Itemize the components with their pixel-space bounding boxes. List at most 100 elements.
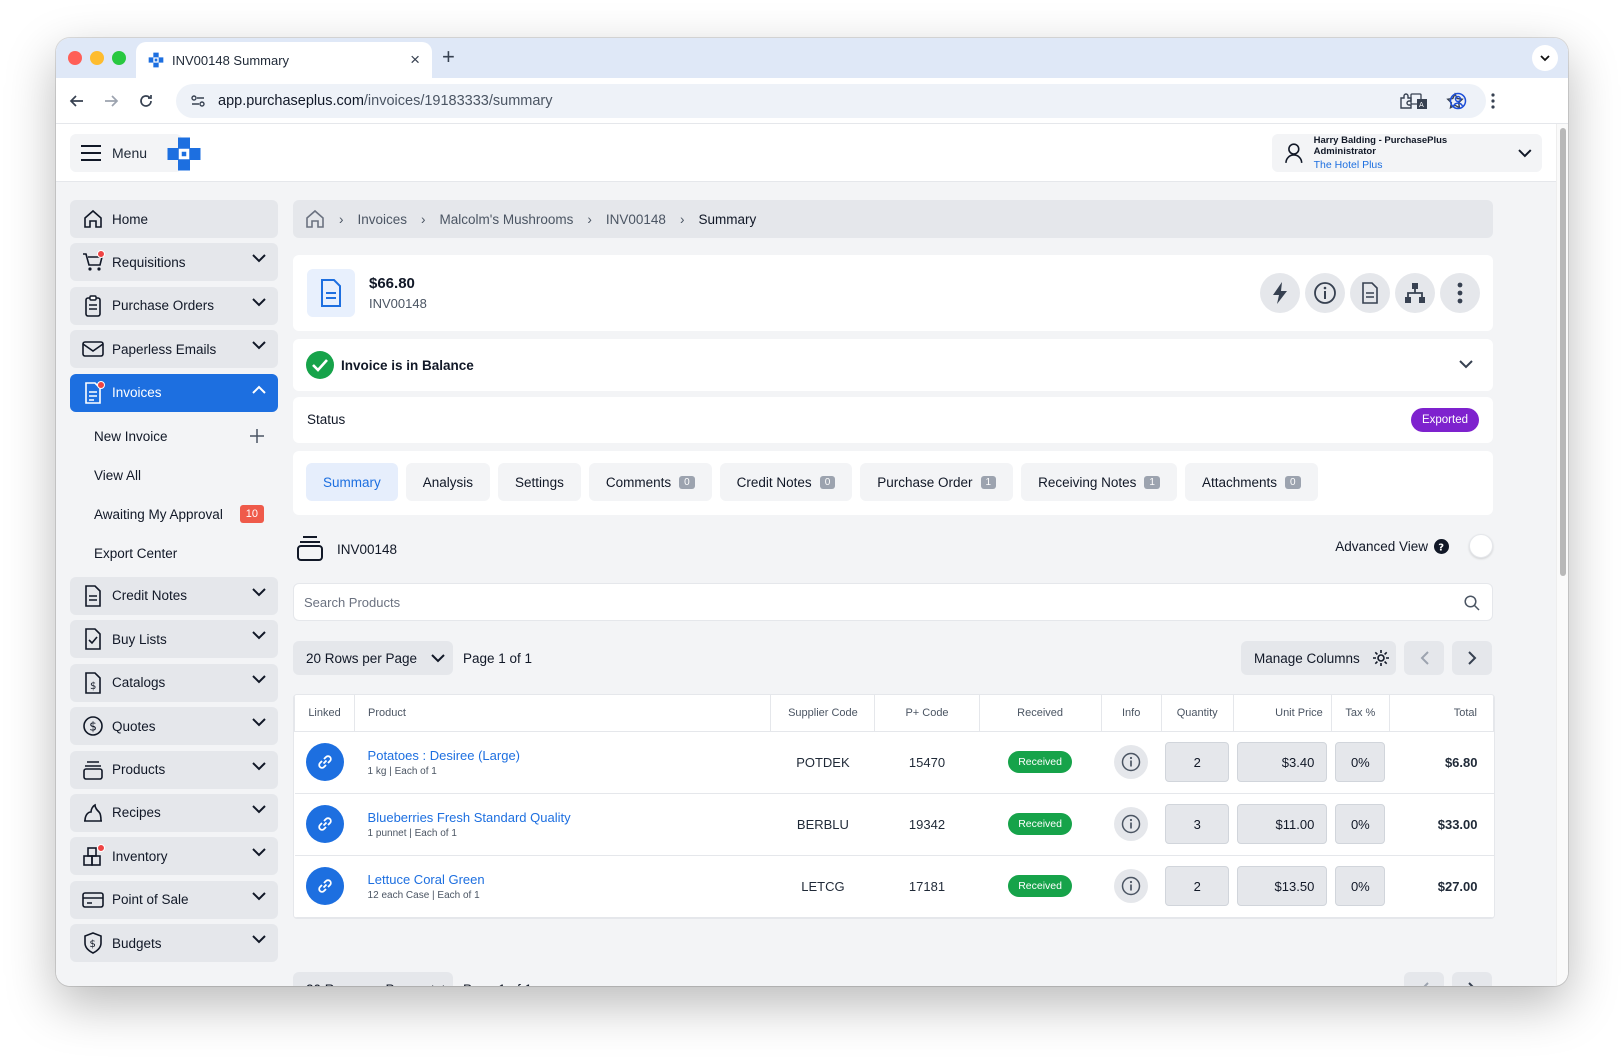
search-products-input[interactable]: Search Products xyxy=(293,583,1493,621)
column-header-received[interactable]: Received xyxy=(978,695,1102,732)
reload-icon[interactable] xyxy=(135,90,157,112)
document-icon[interactable] xyxy=(1350,273,1390,313)
site-settings-icon[interactable] xyxy=(190,93,206,109)
hierarchy-icon[interactable] xyxy=(1395,273,1435,313)
unit-price-field[interactable]: $3.40 xyxy=(1237,742,1328,782)
column-header-p-code[interactable]: P+ Code xyxy=(874,695,980,732)
sidebar-item-paperless-emails[interactable]: Paperless Emails xyxy=(70,330,278,369)
scrollbar-thumb[interactable] xyxy=(1560,128,1566,576)
browser-tab[interactable]: INV00148 Summary × xyxy=(136,42,432,78)
sidebar-item-products[interactable]: Products xyxy=(70,750,278,789)
column-header-quantity[interactable]: Quantity xyxy=(1160,695,1234,732)
help-icon[interactable]: ? xyxy=(1434,538,1449,554)
sidebar-item-invoices[interactable]: Invoices xyxy=(70,373,278,412)
unit-price-field[interactable]: $11.00 xyxy=(1237,804,1328,844)
balance-card[interactable]: Invoice is in Balance xyxy=(293,339,1493,391)
tab-receiving-notes[interactable]: Receiving Notes 1 xyxy=(1021,463,1177,501)
forward-icon[interactable] xyxy=(100,90,122,112)
rows-per-page-select-bottom[interactable]: 20 Rows per Page xyxy=(293,972,453,986)
sidebar-subitem-export-center[interactable]: Export Center xyxy=(70,534,278,573)
link-icon[interactable] xyxy=(305,805,344,843)
column-header-tax[interactable]: Tax % xyxy=(1330,695,1390,732)
profile-icon[interactable] xyxy=(1447,90,1469,112)
sidebar-item-catalogs[interactable]: $ Catalogs xyxy=(70,663,278,702)
new-tab-icon[interactable]: + xyxy=(442,46,455,68)
breadcrumb-invoices[interactable]: Invoices xyxy=(358,212,408,227)
extensions-icon[interactable] xyxy=(1396,90,1418,112)
sidebar-item-credit-notes[interactable]: Credit Notes xyxy=(70,576,278,615)
tax-field[interactable]: 0% xyxy=(1335,866,1386,906)
tab-analysis[interactable]: Analysis xyxy=(405,463,491,501)
info-icon[interactable] xyxy=(1114,869,1149,903)
tab-close-icon[interactable]: × xyxy=(410,50,420,70)
user-account-dropdown[interactable]: Harry Balding - PurchasePlus Administrat… xyxy=(1272,134,1542,172)
unit-price-field[interactable]: $13.50 xyxy=(1237,866,1328,906)
sidebar-item-budgets[interactable]: $ Budgets xyxy=(70,924,278,963)
column-header-info[interactable]: Info xyxy=(1100,695,1162,732)
tab-search-icon[interactable] xyxy=(1532,45,1558,71)
product-name-link[interactable]: Potatoes : Desiree (Large) xyxy=(368,748,771,763)
tab-attachments[interactable]: Attachments 0 xyxy=(1184,463,1318,501)
breadcrumb-supplier[interactable]: Malcolm's Mushrooms xyxy=(440,212,574,227)
chevron-down-icon xyxy=(252,718,266,727)
link-icon[interactable] xyxy=(305,743,344,781)
prev-page-button-bottom[interactable] xyxy=(1404,972,1444,986)
organisation-name: The Hotel Plus xyxy=(1313,159,1383,171)
quantity-field[interactable]: 2 xyxy=(1165,866,1230,906)
tax-field[interactable]: 0% xyxy=(1335,742,1386,782)
home-icon[interactable] xyxy=(305,209,325,229)
column-header-total[interactable]: Total xyxy=(1388,695,1494,732)
sidebar-item-label: Point of Sale xyxy=(112,892,189,908)
sidebar-item-recipes[interactable]: Recipes xyxy=(70,793,278,832)
column-header-linked[interactable]: Linked xyxy=(294,695,356,732)
link-icon[interactable] xyxy=(305,867,344,905)
next-page-button[interactable] xyxy=(1452,641,1492,675)
product-name-link[interactable]: Blueberries Fresh Standard Quality xyxy=(368,810,771,825)
product-name-link[interactable]: Lettuce Coral Green xyxy=(368,872,771,887)
manage-columns-button[interactable]: Manage Columns xyxy=(1241,641,1396,675)
search-icon[interactable] xyxy=(1464,595,1480,611)
minimize-window-button[interactable] xyxy=(90,51,104,65)
page-scrollbar[interactable] xyxy=(1556,124,1568,986)
prev-page-button[interactable] xyxy=(1404,641,1444,675)
column-header-product[interactable]: Product xyxy=(354,695,772,732)
home-icon xyxy=(82,208,104,230)
chevron-down-icon[interactable] xyxy=(1459,360,1473,369)
tab-comments[interactable]: Comments 0 xyxy=(588,463,712,501)
sidebar-item-purchase-orders[interactable]: Purchase Orders xyxy=(70,286,278,325)
tab-credit-notes[interactable]: Credit Notes 0 xyxy=(719,463,853,501)
tab-purchase-order[interactable]: Purchase Order 1 xyxy=(860,463,1014,501)
info-icon[interactable] xyxy=(1305,273,1345,313)
info-icon[interactable] xyxy=(1114,745,1149,779)
close-window-button[interactable] xyxy=(68,51,82,65)
purchaseplus-logo[interactable] xyxy=(166,136,202,172)
sidebar-item-quotes[interactable]: $ Quotes xyxy=(70,707,278,746)
breadcrumb-invoice-number[interactable]: INV00148 xyxy=(606,212,666,227)
sidebar-subitem-view-all[interactable]: View All xyxy=(70,456,278,495)
tab-summary[interactable]: Summary xyxy=(306,463,398,501)
url-field[interactable]: app.purchaseplus.com/invoices/19183333/s… xyxy=(176,84,1486,118)
more-options-icon[interactable] xyxy=(1440,273,1480,313)
sidebar-item-requisitions[interactable]: Requisitions xyxy=(70,243,278,282)
maximize-window-button[interactable] xyxy=(112,51,126,65)
sidebar-item-inventory[interactable]: Inventory xyxy=(70,837,278,876)
lightning-icon[interactable] xyxy=(1260,273,1300,313)
sidebar-subitem-awaiting-approval[interactable]: Awaiting My Approval 10 xyxy=(70,495,278,534)
rows-per-page-select[interactable]: 20 Rows per Page xyxy=(293,641,453,675)
sidebar-item-point-of-sale[interactable]: Point of Sale xyxy=(70,880,278,919)
sidebar-item-home[interactable]: Home xyxy=(70,200,278,238)
quantity-field[interactable]: 3 xyxy=(1165,804,1230,844)
plus-icon[interactable] xyxy=(250,429,264,444)
next-page-button-bottom[interactable] xyxy=(1452,972,1492,986)
info-icon[interactable] xyxy=(1114,807,1149,841)
tax-field[interactable]: 0% xyxy=(1335,804,1386,844)
back-icon[interactable] xyxy=(66,90,88,112)
tab-settings[interactable]: Settings xyxy=(498,463,581,501)
sidebar-subitem-new-invoice[interactable]: New Invoice xyxy=(70,417,278,456)
advanced-view-toggle[interactable] xyxy=(1469,534,1493,558)
browser-menu-icon[interactable] xyxy=(1482,90,1504,112)
column-header-unit-price[interactable]: Unit Price xyxy=(1232,695,1332,732)
sidebar-item-buy-lists[interactable]: Buy Lists xyxy=(70,620,278,659)
column-header-supplier-code[interactable]: Supplier Code xyxy=(770,695,876,732)
quantity-field[interactable]: 2 xyxy=(1165,742,1230,782)
